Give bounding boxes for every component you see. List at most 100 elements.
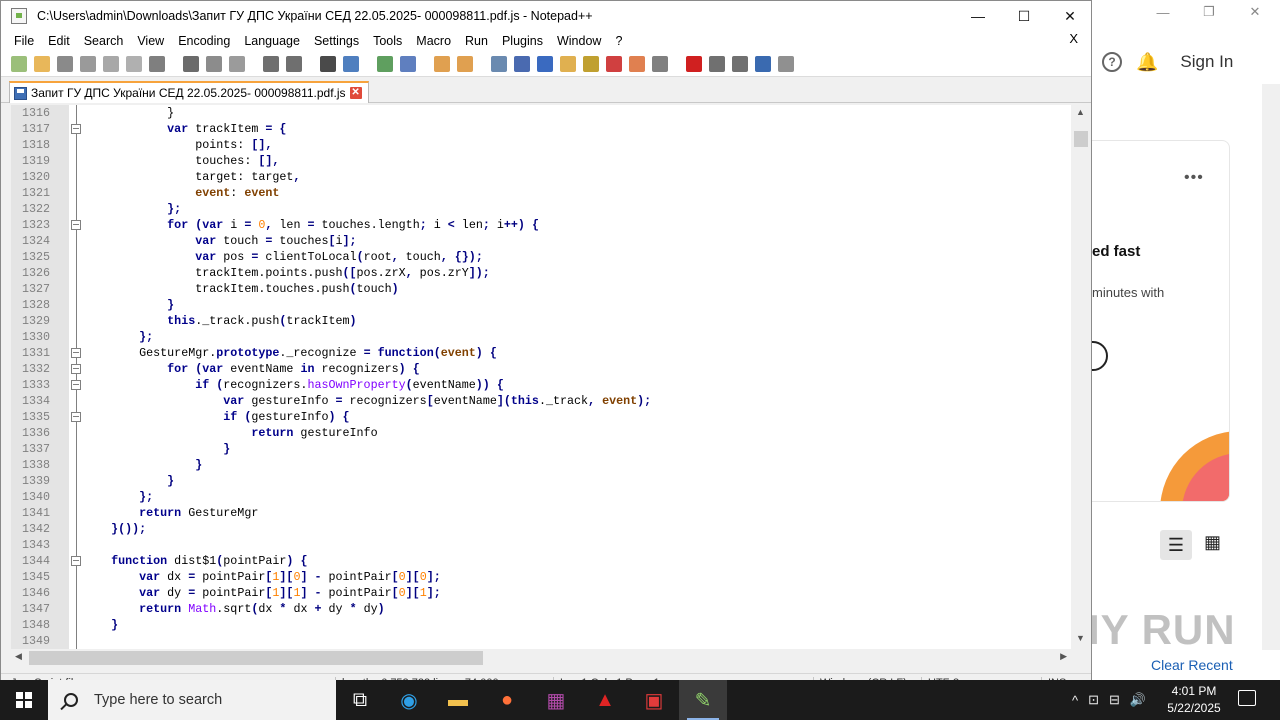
code-line[interactable]: 1343 [11,537,1071,553]
scroll-right-icon[interactable]: ▶ [1060,651,1067,662]
code-line[interactable]: 1334 var gestureInfo = recognizers[event… [11,393,1071,409]
close-all-icon[interactable] [126,55,142,72]
fold-marker-icon[interactable] [71,556,81,566]
code-line[interactable]: 1345 var dx = pointPair[1][0] - pointPai… [11,569,1071,585]
maximize-button[interactable]: ☐ [1001,1,1047,31]
replace-icon[interactable] [343,55,359,72]
minimize-button[interactable]: — [955,1,1001,31]
help-icon[interactable]: ? [1102,52,1122,72]
fold-marker-icon[interactable] [71,348,81,358]
code-line[interactable]: 1318 points: [], [11,137,1071,153]
play-macro-icon[interactable] [732,55,748,72]
volume-icon[interactable]: 🔊 [1130,692,1146,708]
save-icon[interactable] [57,55,73,72]
code-line[interactable]: 1331 GestureMgr.prototype._recognize = f… [11,345,1071,361]
function-list-icon[interactable] [583,55,599,72]
menu-file[interactable]: File [7,34,41,48]
menu-tools[interactable]: Tools [366,34,409,48]
sign-in-link[interactable]: Sign In [1180,52,1233,72]
menu-plugins[interactable]: Plugins [495,34,550,48]
copy-icon[interactable] [206,55,222,72]
play-macro-multiple-icon[interactable] [755,55,771,72]
vertical-scrollbar[interactable]: ▲ ▼ [1071,105,1091,649]
code-line[interactable]: 1324 var touch = touches[i]; [11,233,1071,249]
menu-run[interactable]: Run [458,34,495,48]
sync-vertical-icon[interactable] [434,55,450,72]
paste-icon[interactable] [229,55,245,72]
code-line[interactable]: 1319 touches: [], [11,153,1071,169]
undo-icon[interactable] [263,55,279,72]
code-line[interactable]: 1317 var trackItem = { [11,121,1071,137]
show-all-chars-icon[interactable] [514,55,530,72]
edge-icon[interactable]: ◉ [385,680,433,720]
more-options-icon[interactable]: ••• [1184,169,1204,187]
code-line[interactable]: 1344 function dist$1(pointPair) { [11,553,1071,569]
bg-close-button[interactable]: ✕ [1232,0,1278,24]
code-line[interactable]: 1323 for (var i = 0, len = touches.lengt… [11,217,1071,233]
bg-scrollbar[interactable] [1262,84,1280,650]
cut-icon[interactable] [183,55,199,72]
menu-encoding[interactable]: Encoding [171,34,237,48]
notepadpp-icon[interactable]: ✎ [679,680,727,720]
fold-marker-icon[interactable] [71,220,81,230]
scroll-down-icon[interactable]: ▼ [1076,633,1085,643]
scroll-up-icon[interactable]: ▲ [1076,107,1085,117]
code-line[interactable]: 1326 trackItem.points.push([pos.zrX, pos… [11,265,1071,281]
menu-edit[interactable]: Edit [41,34,77,48]
word-wrap-icon[interactable] [491,55,507,72]
menu-search[interactable]: Search [77,34,131,48]
winrar-icon[interactable]: ▦ [532,680,580,720]
code-line[interactable]: 1338 } [11,457,1071,473]
fold-marker-icon[interactable] [71,364,81,374]
code-line[interactable]: 1341 return GestureMgr [11,505,1071,521]
notepadpp-app-icon[interactable] [11,8,27,24]
code-line[interactable]: 1328 } [11,297,1071,313]
bg-restore-button[interactable]: ❐ [1186,0,1232,24]
code-line[interactable]: 1325 var pos = clientToLocal(root, touch… [11,249,1071,265]
menu-view[interactable]: View [130,34,171,48]
code-line[interactable]: 1329 this._track.push(trackItem) [11,313,1071,329]
grid-view-icon[interactable]: ▦ [1204,532,1221,553]
code-editor[interactable]: 1316 } 1317 var trackItem = {1318 points:… [11,105,1091,649]
sync-horizontal-icon[interactable] [457,55,473,72]
start-button[interactable] [0,680,48,720]
taskbar-search-box[interactable]: Type here to search [48,680,336,720]
security-icon[interactable]: ⊡ [1088,692,1099,708]
zoom-in-icon[interactable] [377,55,393,72]
anyrun-icon[interactable]: ▣ [630,680,678,720]
clock[interactable]: 4:01 PM 5/22/2025 [1162,683,1226,717]
zoom-out-icon[interactable] [400,55,416,72]
fold-marker-icon[interactable] [71,380,81,390]
record-macro-icon[interactable] [686,55,702,72]
task-view-icon[interactable]: ⧉ [336,680,384,720]
bg-minimize-button[interactable]: — [1140,0,1186,24]
find-icon[interactable] [320,55,336,72]
horizontal-scroll-thumb[interactable] [29,651,483,665]
vertical-scroll-thumb[interactable] [1074,131,1088,147]
redo-icon[interactable] [286,55,302,72]
menu-settings[interactable]: Settings [307,34,366,48]
notification-icon[interactable] [1238,690,1256,706]
code-line[interactable]: 1333 if (recognizers.hasOwnProperty(even… [11,377,1071,393]
code-line[interactable]: 1321 event: event [11,185,1071,201]
title-bar[interactable]: C:\Users\admin\Downloads\Запит ГУ ДПС Ук… [1,1,1091,31]
save-macro-icon[interactable] [778,55,794,72]
code-line[interactable]: 1332 for (var eventName in recognizers) … [11,361,1071,377]
doc-switcher-icon[interactable] [606,55,622,72]
indent-guide-icon[interactable] [537,55,553,72]
menu-language[interactable]: Language [237,34,307,48]
monitoring-icon[interactable] [652,55,668,72]
code-line[interactable]: 1320 target: target, [11,169,1071,185]
document-tab[interactable]: Запит ГУ ДПС України СЕД 22.05.2025- 000… [9,81,369,103]
code-line[interactable]: 1349 [11,633,1071,649]
list-view-icon[interactable]: ☰ [1160,530,1192,560]
save-all-icon[interactable] [80,55,96,72]
code-line[interactable]: 1330 }; [11,329,1071,345]
menu-window[interactable]: Window [550,34,608,48]
code-line[interactable]: 1342 }()); [11,521,1071,537]
folder-workspace-icon[interactable] [629,55,645,72]
code-line[interactable]: 1316 } [11,105,1071,121]
code-line[interactable]: 1336 return gestureInfo [11,425,1071,441]
acrobat-icon[interactable]: ▲ [581,680,629,720]
close-button[interactable]: ✕ [1047,1,1091,31]
